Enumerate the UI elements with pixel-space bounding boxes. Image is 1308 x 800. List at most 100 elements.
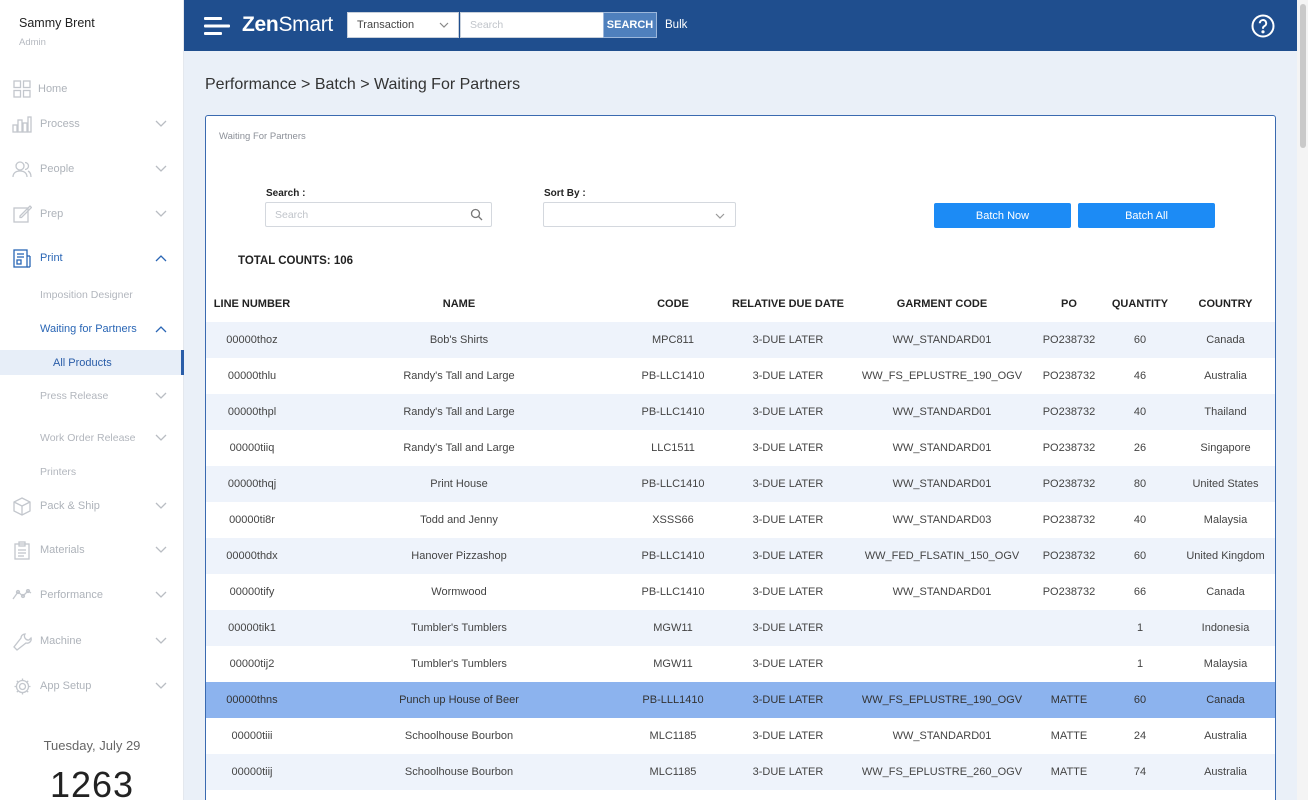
table-cell: 24 xyxy=(1104,718,1176,754)
sidebar-item-home[interactable]: Home xyxy=(0,76,184,102)
help-icon[interactable] xyxy=(1251,14,1275,38)
search-input[interactable]: Search xyxy=(460,12,604,38)
table-cell: 1 xyxy=(1104,610,1176,646)
table-row[interactable]: 00000thoz Bob's Shirts MPC811 3-DUE LATER WW… xyxy=(206,322,1275,358)
table-cell: WW_STANDARD01 xyxy=(850,430,1034,466)
table-cell: PB-LLL1410 xyxy=(620,682,726,718)
column-header[interactable]: CODE xyxy=(620,286,726,322)
panel-search-input[interactable]: Search xyxy=(265,202,492,227)
sidebar-sub-imposition-designer[interactable]: Imposition Designer xyxy=(0,283,184,307)
table-cell: WW_FS_EPLUSTRE_190_OGV xyxy=(850,358,1034,394)
table-cell: 00000thpl xyxy=(206,394,298,430)
search-button[interactable]: SEARCH xyxy=(603,12,657,38)
sidebar: Sammy Brent Admin Home Process People Pr… xyxy=(0,0,184,800)
table-row[interactable]: 00000thpl Randy's Tall and Large PB-LLC141… xyxy=(206,394,1275,430)
batch-all-button[interactable]: Batch All xyxy=(1078,203,1215,228)
sidebar-item-print[interactable]: Print xyxy=(0,245,184,271)
search-label: Search : xyxy=(266,188,306,199)
table-cell: Canada xyxy=(1176,682,1275,718)
sidebar-item-label: Pack & Ship xyxy=(40,500,100,512)
sidebar-sub-work-order-release[interactable]: Work Order Release xyxy=(0,426,184,450)
chevron-down-icon xyxy=(154,679,168,693)
table-cell: WW_FS_EPLUSTRE_190_OGV xyxy=(850,682,1034,718)
sidebar-sub-waiting-for-partners[interactable]: Waiting for Partners xyxy=(0,317,184,341)
table-row[interactable]: 00000ti8r Todd and Jenny XSSS66 3-DUE LATER… xyxy=(206,502,1275,538)
table-cell: PB-LLC1410 xyxy=(620,394,726,430)
table-cell: WW_STANDARD01 xyxy=(850,466,1034,502)
search-placeholder: Search xyxy=(275,208,309,221)
table-cell: WW_STANDARD01 xyxy=(850,322,1034,358)
menu-icon[interactable] xyxy=(204,16,230,36)
table-cell: 00000thns xyxy=(206,682,298,718)
table-cell: WW_STANDARD03 xyxy=(850,502,1034,538)
table-row[interactable]: 00000tik1 Tumbler's Tumblers MGW11 3-DUE LA… xyxy=(206,610,1275,646)
column-header[interactable]: LINE NUMBER xyxy=(206,286,298,322)
sidebar-item-performance[interactable]: Performance xyxy=(0,582,184,608)
products-table: LINE NUMBER NAME CODE RELATIVE DUE DATE … xyxy=(206,286,1275,800)
table-cell: WW_FS_EPLUSTRE_260_OGV xyxy=(850,754,1034,790)
table-row[interactable]: 00000tiii Schoolhouse Bourbon MLC1185 3-DUE… xyxy=(206,718,1275,754)
column-header[interactable]: COUNTRY xyxy=(1176,286,1275,322)
table-cell xyxy=(1034,646,1104,682)
column-header[interactable]: PO xyxy=(1034,286,1104,322)
column-header[interactable]: NAME xyxy=(298,286,620,322)
table-cell: PB-LLC1410 xyxy=(620,358,726,394)
sidebar-item-machine[interactable]: Machine xyxy=(0,628,184,654)
sidebar-item-prep[interactable]: Prep xyxy=(0,201,184,227)
gear-icon xyxy=(12,676,32,696)
sidebar-item-people[interactable]: People xyxy=(0,156,184,182)
table-row[interactable]: 00000tify Wormwood PB-LLC1410 3-DUE LATER WW… xyxy=(206,574,1275,610)
table-cell xyxy=(298,790,620,800)
sidebar-item-label: Home xyxy=(38,83,68,95)
column-header[interactable]: RELATIVE DUE DATE xyxy=(726,286,850,322)
table-cell: PB-LLC1410 xyxy=(620,538,726,574)
table-cell xyxy=(850,790,1034,800)
table-row[interactable]: 00000thdx Hanover Pizzashop PB-LLC1410 3-DU… xyxy=(206,538,1275,574)
sidebar-item-label: Print xyxy=(40,252,63,264)
table-cell: 00000tik1 xyxy=(206,610,298,646)
table-row[interactable]: 00000thns Punch up House of Beer PB-LLL141… xyxy=(206,682,1275,718)
bulk-link[interactable]: Bulk xyxy=(665,19,687,31)
wrench-icon xyxy=(12,631,32,651)
table-cell: MLC1185 xyxy=(620,718,726,754)
app-logo: ZenSmart xyxy=(242,13,333,37)
table-row[interactable]: 00000tiij Schoolhouse Bourbon MLC1185 3-DUE… xyxy=(206,754,1275,790)
table-row[interactable]: 00000thqj Print House PB-LLC1410 3-DUE LATE… xyxy=(206,466,1275,502)
sidebar-item-label: Materials xyxy=(40,544,85,556)
sort-select[interactable] xyxy=(543,202,736,227)
table-cell: 00000thoz xyxy=(206,322,298,358)
table-cell: MLC1185 xyxy=(620,754,726,790)
column-header[interactable]: GARMENT CODE xyxy=(850,286,1034,322)
table-row[interactable]: 00000tiiq Randy's Tall and Large LLC1511 3-… xyxy=(206,430,1275,466)
breadcrumb: Performance > Batch > Waiting For Partne… xyxy=(205,76,521,93)
table-row[interactable] xyxy=(206,790,1275,800)
logo-light: Smart xyxy=(278,13,333,36)
sidebar-sub-press-release[interactable]: Press Release xyxy=(0,384,184,408)
content-panel: Waiting For Partners Search : Search Sor… xyxy=(205,115,1276,800)
table-cell: 3-DUE LATER xyxy=(726,430,850,466)
sidebar-sub-printers[interactable]: Printers xyxy=(0,460,184,484)
scrollbar-thumb[interactable] xyxy=(1300,4,1306,148)
column-header[interactable]: QUANTITY xyxy=(1104,286,1176,322)
sidebar-item-app-setup[interactable]: App Setup xyxy=(0,673,184,699)
sidebar-item-pack-ship[interactable]: Pack & Ship xyxy=(0,493,184,519)
table-cell: 00000tiij xyxy=(206,754,298,790)
table-cell: 40 xyxy=(1104,394,1176,430)
panel-title: Waiting For Partners xyxy=(219,131,306,142)
table-cell: 3-DUE LATER xyxy=(726,646,850,682)
table-cell: WW_STANDARD01 xyxy=(850,574,1034,610)
search-type-select[interactable]: Transaction xyxy=(347,12,459,38)
table-cell: 00000thdx xyxy=(206,538,298,574)
batch-now-button[interactable]: Batch Now xyxy=(934,203,1071,228)
table-row[interactable]: 00000thlu Randy's Tall and Large PB-LLC141… xyxy=(206,358,1275,394)
table-cell: 3-DUE LATER xyxy=(726,358,850,394)
table-cell xyxy=(726,790,850,800)
sidebar-item-materials[interactable]: Materials xyxy=(0,537,184,563)
table-cell: 3-DUE LATER xyxy=(726,682,850,718)
sidebar-item-process[interactable]: Process xyxy=(0,111,184,137)
table-row[interactable]: 00000tij2 Tumbler's Tumblers MGW11 3-DUE LA… xyxy=(206,646,1275,682)
sidebar-sub-all-products[interactable]: All Products xyxy=(0,350,184,375)
table-cell: MATTE xyxy=(1034,718,1104,754)
table-cell: 00000tiii xyxy=(206,718,298,754)
table-cell: PO238732 xyxy=(1034,538,1104,574)
